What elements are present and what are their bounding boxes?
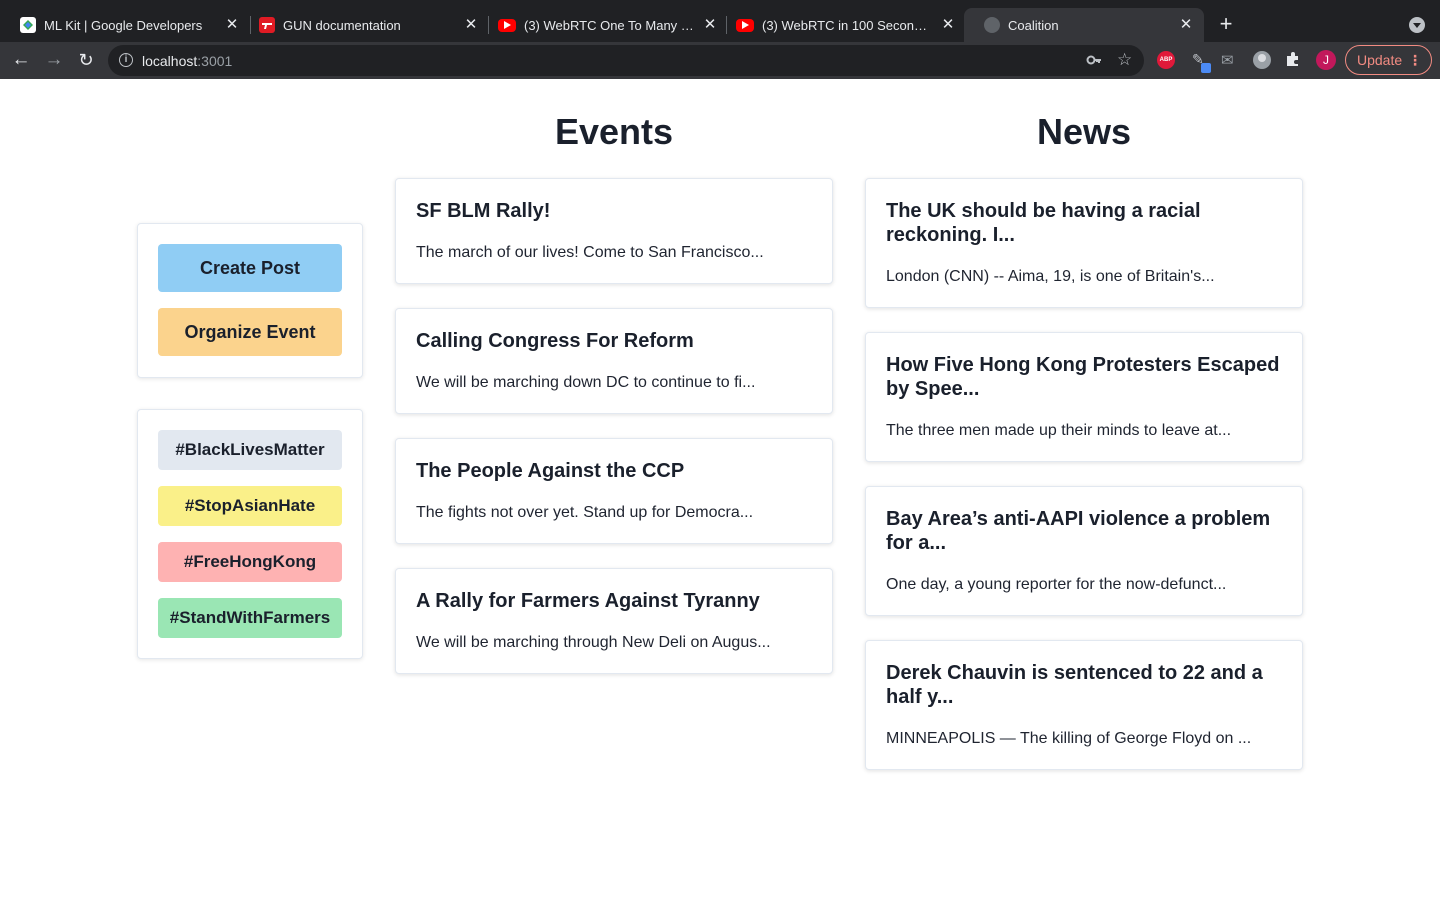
event-summary: The march of our lives! Come to San Fran… bbox=[416, 244, 764, 261]
tab-title: ML Kit | Google Developers bbox=[44, 17, 203, 33]
news-card[interactable]: Derek Chauvin is sentenced to 22 and a h… bbox=[865, 640, 1303, 770]
tags-panel: #BlackLivesMatter #StopAsianHate #FreeHo… bbox=[137, 409, 363, 659]
address-bar[interactable]: i localhost:3001 ☆ bbox=[108, 45, 1144, 76]
news-summary: MINNEAPOLIS — The killing of George Floy… bbox=[886, 730, 1252, 747]
tag-stand-with-farmers[interactable]: #StandWithFarmers bbox=[158, 598, 342, 638]
event-title: SF BLM Rally! bbox=[416, 200, 551, 222]
event-summary: We will be marching down DC to continue … bbox=[416, 374, 756, 391]
gun-icon bbox=[259, 17, 275, 33]
news-title: Bay Area’s anti-AAPI violence a problem … bbox=[886, 508, 1271, 554]
tab-title: Coalition bbox=[1008, 17, 1059, 33]
forward-icon[interactable]: → bbox=[42, 48, 66, 72]
profile-avatar[interactable]: J bbox=[1316, 50, 1336, 70]
browser-tab-strip: ML Kit | Google Developers ✕ GUN documen… bbox=[0, 0, 1440, 42]
globe-icon bbox=[984, 17, 1000, 33]
tab-title: (3) WebRTC One To Many Broa bbox=[524, 17, 694, 33]
url-host: localhost bbox=[142, 53, 198, 69]
news-card[interactable]: Bay Area’s anti-AAPI violence a problem … bbox=[865, 486, 1303, 616]
update-button[interactable]: Update ⋮ bbox=[1345, 45, 1432, 75]
news-title: How Five Hong Kong Protesters Escaped by… bbox=[886, 354, 1280, 400]
events-heading: Events bbox=[554, 111, 674, 152]
create-post-button[interactable]: Create Post bbox=[158, 244, 342, 292]
event-card[interactable]: A Rally for Farmers Against Tyranny We w… bbox=[395, 568, 833, 674]
event-summary: The fights not over yet. Stand up for De… bbox=[416, 504, 754, 521]
news-heading: News bbox=[1036, 111, 1132, 152]
adblock-label: ABP bbox=[1159, 57, 1173, 63]
close-icon[interactable]: ✕ bbox=[224, 17, 240, 33]
back-icon[interactable]: ← bbox=[9, 48, 33, 72]
tab-coalition[interactable]: Coalition ✕ bbox=[964, 8, 1204, 42]
avatar-letter: J bbox=[1323, 53, 1329, 67]
youtube-icon bbox=[736, 18, 754, 32]
info-icon[interactable]: i bbox=[119, 53, 133, 67]
tab-gun[interactable]: GUN documentation ✕ bbox=[239, 8, 489, 42]
tag-stop-asian-hate[interactable]: #StopAsianHate bbox=[158, 486, 342, 526]
event-summary: We will be marching through New Deli on … bbox=[416, 634, 771, 651]
close-icon[interactable]: ✕ bbox=[1178, 17, 1194, 33]
news-card[interactable]: The UK should be having a racial reckoni… bbox=[865, 178, 1303, 308]
extensions-puzzle-icon[interactable] bbox=[1285, 51, 1303, 69]
bookmark-star-icon[interactable]: ☆ bbox=[1117, 50, 1135, 69]
url-port: :3001 bbox=[197, 53, 233, 69]
news-summary: London (CNN) -- Aima, 19, is one of Brit… bbox=[886, 268, 1215, 285]
tab-webrtc-100s[interactable]: (3) WebRTC in 100 Seconds // ✕ bbox=[716, 8, 966, 42]
youtube-icon bbox=[498, 18, 516, 32]
reload-icon[interactable]: ↻ bbox=[74, 48, 98, 72]
mlkit-icon bbox=[20, 17, 36, 33]
browser-toolbar: ← → ↻ i localhost:3001 ☆ ABP ✎ ✉ J Updat… bbox=[0, 42, 1440, 79]
event-title: A Rally for Farmers Against Tyranny bbox=[416, 590, 760, 612]
tab-title: GUN documentation bbox=[283, 17, 401, 33]
tab-webrtc-broadcast[interactable]: (3) WebRTC One To Many Broa ✕ bbox=[478, 8, 728, 42]
adblock-icon[interactable]: ABP bbox=[1157, 51, 1175, 69]
new-tab-icon[interactable]: + bbox=[1214, 13, 1238, 37]
event-card[interactable]: SF BLM Rally! The march of our lives! Co… bbox=[395, 178, 833, 284]
key-icon[interactable] bbox=[1086, 52, 1102, 68]
tag-black-lives-matter[interactable]: #BlackLivesMatter bbox=[158, 430, 342, 470]
tab-mlkit[interactable]: ML Kit | Google Developers ✕ bbox=[0, 8, 250, 42]
update-label: Update bbox=[1357, 52, 1403, 68]
event-card[interactable]: The People Against the CCP The fights no… bbox=[395, 438, 833, 544]
close-icon[interactable]: ✕ bbox=[940, 17, 956, 33]
extension-circle-icon[interactable] bbox=[1253, 51, 1271, 69]
event-card[interactable]: Calling Congress For Reform We will be m… bbox=[395, 308, 833, 414]
badge-dot bbox=[1201, 63, 1211, 73]
news-card[interactable]: How Five Hong Kong Protesters Escaped by… bbox=[865, 332, 1303, 462]
close-icon[interactable]: ✕ bbox=[463, 17, 479, 33]
tab-title: (3) WebRTC in 100 Seconds // bbox=[762, 17, 932, 33]
tag-free-hong-kong[interactable]: #FreeHongKong bbox=[158, 542, 342, 582]
organize-event-button[interactable]: Organize Event bbox=[158, 308, 342, 356]
page-content: Create Post Organize Event #BlackLivesMa… bbox=[0, 79, 1440, 900]
menu-dots-icon[interactable]: ⋮ bbox=[1408, 46, 1422, 74]
event-title: The People Against the CCP bbox=[416, 460, 685, 482]
actions-panel: Create Post Organize Event bbox=[137, 223, 363, 378]
mail-icon[interactable]: ✉ bbox=[1221, 51, 1239, 69]
tab-search-icon[interactable] bbox=[1409, 17, 1425, 33]
url-text: localhost:3001 bbox=[142, 53, 232, 69]
news-title: The UK should be having a racial reckoni… bbox=[886, 200, 1201, 246]
news-title: Derek Chauvin is sentenced to 22 and a h… bbox=[886, 662, 1263, 708]
news-summary: The three men made up their minds to lea… bbox=[886, 422, 1232, 439]
news-summary: One day, a young reporter for the now-de… bbox=[886, 576, 1227, 593]
pen-extension-icon[interactable]: ✎ bbox=[1192, 51, 1211, 73]
event-title: Calling Congress For Reform bbox=[416, 330, 694, 352]
